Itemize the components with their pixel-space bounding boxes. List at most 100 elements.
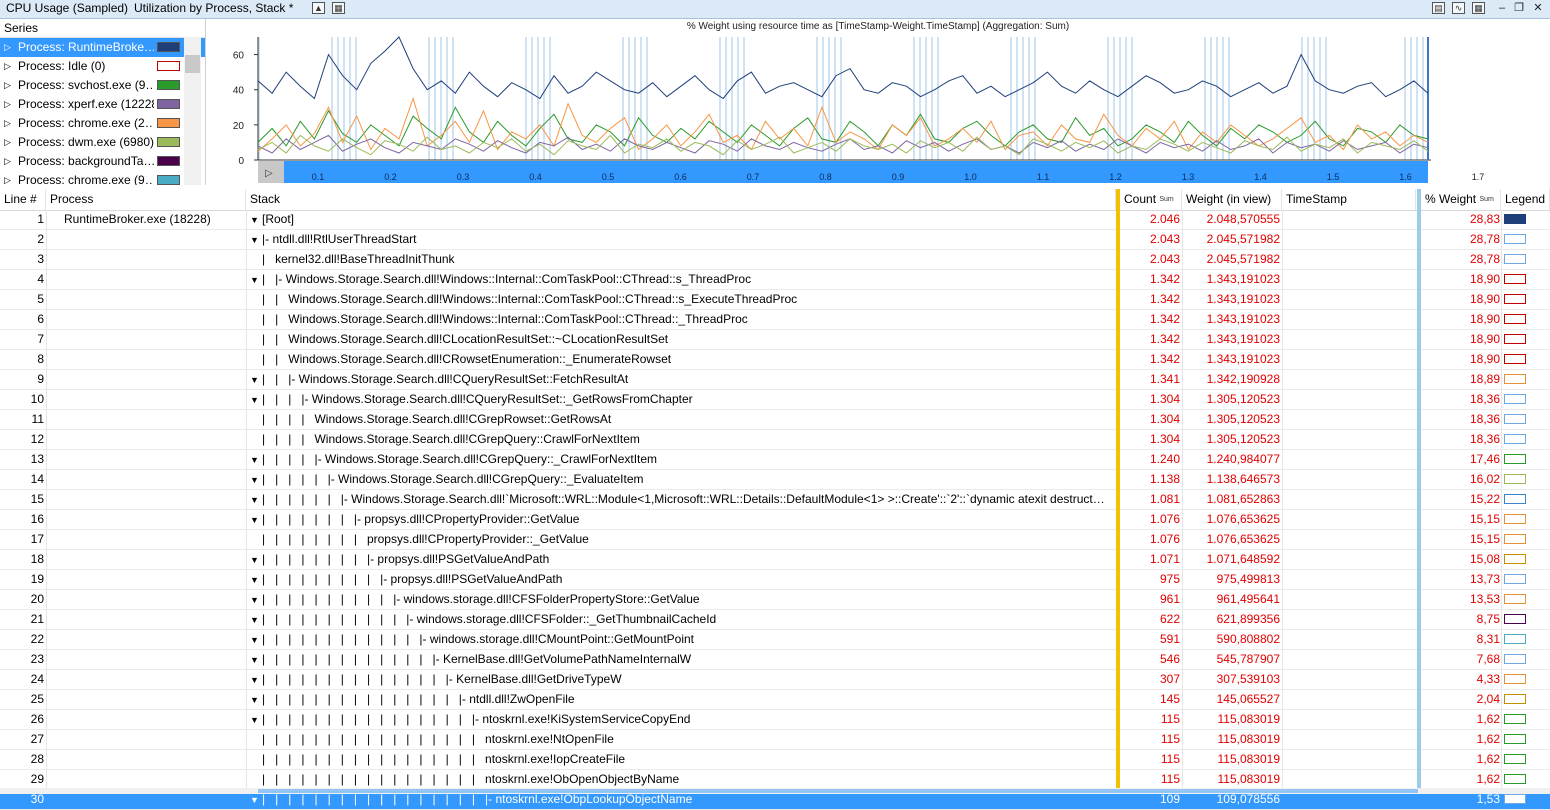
legend-swatch[interactable] bbox=[1504, 374, 1526, 384]
table-row[interactable]: 12 | | | | Windows.Storage.Search.dll!CGr… bbox=[0, 430, 1550, 450]
legend-swatch[interactable] bbox=[1504, 254, 1526, 264]
legend-swatch[interactable] bbox=[1504, 234, 1526, 244]
series-color-swatch[interactable] bbox=[157, 137, 180, 147]
series-item[interactable]: ▷ Process: xperf.exe (12228) bbox=[0, 95, 205, 114]
expand-toggle-icon[interactable]: ▼ bbox=[250, 371, 262, 389]
graph-name-dropdown[interactable]: CPU Usage (Sampled) bbox=[6, 1, 128, 15]
col-stack[interactable]: Stack bbox=[246, 189, 1116, 210]
table-row[interactable]: 25 ▼ | | | | | | | | | | | | | | | |- ntdl… bbox=[0, 690, 1550, 710]
expand-toggle-icon[interactable]: ▼ bbox=[250, 491, 262, 509]
col-count[interactable]: Count Sum bbox=[1120, 189, 1182, 210]
series-item[interactable]: ▷ Process: backgroundTa… bbox=[0, 152, 205, 171]
table-only-view-icon[interactable]: ▦ bbox=[1472, 2, 1485, 14]
series-color-swatch[interactable] bbox=[157, 175, 180, 185]
minimize-icon[interactable]: – bbox=[1494, 1, 1510, 16]
legend-swatch[interactable] bbox=[1504, 454, 1526, 464]
preset-dropdown[interactable]: Utilization by Process, Stack * bbox=[134, 1, 293, 15]
legend-swatch[interactable] bbox=[1504, 594, 1526, 604]
col-timestamp[interactable]: TimeStamp bbox=[1282, 189, 1416, 210]
series-color-swatch[interactable] bbox=[157, 99, 180, 109]
cpu-usage-graph[interactable]: % Weight using resource time as [TimeSta… bbox=[206, 19, 1550, 185]
expand-icon[interactable]: ▷ bbox=[4, 171, 11, 185]
legend-swatch[interactable] bbox=[1504, 614, 1526, 624]
expand-toggle-icon[interactable]: ▼ bbox=[250, 631, 262, 649]
restore-icon[interactable]: ❐ bbox=[1511, 1, 1527, 16]
expand-toggle-icon[interactable]: ▼ bbox=[250, 611, 262, 629]
table-row[interactable]: 4 ▼ | |- Windows.Storage.Search.dll!Window… bbox=[0, 270, 1550, 290]
table-row[interactable]: 14 ▼ | | | | | |- Windows.Storage.Search.d… bbox=[0, 470, 1550, 490]
legend-swatch[interactable] bbox=[1504, 574, 1526, 584]
legend-swatch[interactable] bbox=[1504, 354, 1526, 364]
legend-swatch[interactable] bbox=[1504, 274, 1526, 284]
table-row[interactable]: 6 | | Windows.Storage.Search.dll!Windows:… bbox=[0, 310, 1550, 330]
legend-swatch[interactable] bbox=[1504, 534, 1526, 544]
series-item[interactable]: ▷ Process: chrome.exe (2… bbox=[0, 114, 205, 133]
series-item[interactable]: ▷ Process: Idle (0) bbox=[0, 57, 205, 76]
table-row[interactable]: 29 | | | | | | | | | | | | | | | | | ntos… bbox=[0, 770, 1550, 790]
legend-swatch[interactable] bbox=[1504, 794, 1526, 804]
legend-swatch[interactable] bbox=[1504, 634, 1526, 644]
legend-swatch[interactable] bbox=[1504, 334, 1526, 344]
table-row[interactable]: 9 ▼ | | |- Windows.Storage.Search.dll!CQue… bbox=[0, 370, 1550, 390]
legend-swatch[interactable] bbox=[1504, 494, 1526, 504]
expand-toggle-icon[interactable]: ▼ bbox=[250, 451, 262, 469]
table-row[interactable]: 28 | | | | | | | | | | | | | | | | | ntos… bbox=[0, 750, 1550, 770]
expand-toggle-icon[interactable]: ▼ bbox=[250, 211, 262, 229]
expand-toggle-icon[interactable]: ▼ bbox=[250, 511, 262, 529]
legend-swatch[interactable] bbox=[1504, 434, 1526, 444]
table-row[interactable]: 1 RuntimeBroker.exe (18228) ▼ [Root] 2.046 2.… bbox=[0, 210, 1550, 230]
expand-icon[interactable]: ▷ bbox=[4, 57, 11, 76]
series-item[interactable]: ▷ Process: svchost.exe (9… bbox=[0, 76, 205, 95]
col-weight[interactable]: Weight (in view) bbox=[1182, 189, 1282, 210]
col-line[interactable]: Line # bbox=[0, 189, 46, 210]
legend-swatch[interactable] bbox=[1504, 314, 1526, 324]
expand-toggle-icon[interactable]: ▼ bbox=[250, 231, 262, 249]
graphing-bar[interactable] bbox=[1417, 189, 1421, 788]
col-legend[interactable]: Legend bbox=[1501, 189, 1550, 210]
legend-swatch[interactable] bbox=[1504, 674, 1526, 684]
table-row[interactable]: 15 ▼ | | | | | | |- Windows.Storage.Search… bbox=[0, 490, 1550, 510]
close-icon[interactable]: ✕ bbox=[1530, 1, 1546, 16]
table-row[interactable]: 17 | | | | | | | | propsys.dll!CPropertyP… bbox=[0, 530, 1550, 550]
expand-toggle-icon[interactable]: ▼ bbox=[250, 671, 262, 689]
legend-swatch[interactable] bbox=[1504, 214, 1526, 224]
legend-swatch[interactable] bbox=[1504, 394, 1526, 404]
table-row[interactable]: 2 ▼ |- ntdll.dll!RtlUserThreadStart 2.043 2.… bbox=[0, 230, 1550, 250]
table-row[interactable]: 23 ▼ | | | | | | | | | | | | | |- KernelBa… bbox=[0, 650, 1550, 670]
series-color-swatch[interactable] bbox=[157, 118, 180, 128]
expand-icon[interactable]: ▷ bbox=[4, 152, 11, 171]
series-color-swatch[interactable] bbox=[157, 42, 180, 52]
table-row[interactable]: 21 ▼ | | | | | | | | | | | |- windows.stor… bbox=[0, 610, 1550, 630]
series-scrollbar[interactable] bbox=[184, 37, 201, 185]
selection-icon[interactable]: ▦ bbox=[332, 2, 345, 14]
series-item[interactable]: ▷ Process: dwm.exe (6980) bbox=[0, 133, 205, 152]
table-row[interactable]: 27 | | | | | | | | | | | | | | | | | ntos… bbox=[0, 730, 1550, 750]
col-process[interactable]: Process bbox=[46, 189, 246, 210]
expand-icon[interactable]: ▷ bbox=[4, 114, 11, 133]
expand-toggle-icon[interactable]: ▼ bbox=[250, 471, 262, 489]
table-row[interactable]: 10 ▼ | | | |- Windows.Storage.Search.dll!C… bbox=[0, 390, 1550, 410]
expand-icon[interactable]: ▷ bbox=[4, 38, 11, 57]
expand-toggle-icon[interactable]: ▼ bbox=[250, 591, 262, 609]
horizontal-scrollbar[interactable] bbox=[0, 788, 1550, 794]
grouping-bar[interactable] bbox=[1116, 189, 1120, 788]
expand-toggle-icon[interactable]: ▼ bbox=[250, 691, 262, 709]
table-row[interactable]: 7 | | Windows.Storage.Search.dll!CLocatio… bbox=[0, 330, 1550, 350]
table-row[interactable]: 8 | | Windows.Storage.Search.dll!CRowsetE… bbox=[0, 350, 1550, 370]
legend-swatch[interactable] bbox=[1504, 734, 1526, 744]
table-row[interactable]: 3 | kernel32.dll!BaseThreadInitThunk 2.043… bbox=[0, 250, 1550, 270]
series-item[interactable]: ▷ Process: RuntimeBroke… bbox=[0, 38, 205, 57]
graph-only-view-icon[interactable]: ▤ bbox=[1432, 2, 1445, 14]
table-row[interactable]: 24 ▼ | | | | | | | | | | | | | | |- Kernel… bbox=[0, 670, 1550, 690]
legend-swatch[interactable] bbox=[1504, 474, 1526, 484]
legend-swatch[interactable] bbox=[1504, 554, 1526, 564]
series-color-swatch[interactable] bbox=[157, 61, 180, 71]
legend-swatch[interactable] bbox=[1504, 714, 1526, 724]
expand-toggle-icon[interactable]: ▼ bbox=[250, 271, 262, 289]
col-pct-weight[interactable]: % Weight Sum bbox=[1421, 189, 1501, 210]
legend-swatch[interactable] bbox=[1504, 774, 1526, 784]
series-color-swatch[interactable] bbox=[157, 80, 180, 90]
table-row[interactable]: 11 | | | | Windows.Storage.Search.dll!CGr… bbox=[0, 410, 1550, 430]
table-row[interactable]: 18 ▼ | | | | | | | | |- propsys.dll!PSGetV… bbox=[0, 550, 1550, 570]
table-row[interactable]: 20 ▼ | | | | | | | | | | |- windows.storag… bbox=[0, 590, 1550, 610]
